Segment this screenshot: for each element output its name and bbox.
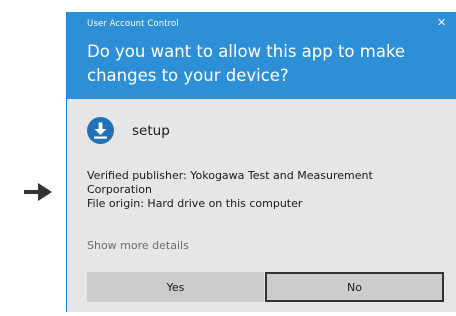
show-more-details-link[interactable]: Show more details [87,239,189,252]
download-icon [87,117,114,144]
close-icon[interactable]: ✕ [437,17,446,29]
uac-dialog: User Account Control ✕ Do you want to al… [66,12,456,312]
dialog-header: User Account Control ✕ Do you want to al… [67,12,456,99]
file-origin: File origin: Hard drive on this computer [87,197,303,210]
app-name: setup [132,123,170,139]
right-arrow-icon [24,183,52,201]
publisher-line-continued: Corporation [87,183,152,196]
publisher-line: Verified publisher: Yokogawa Test and Me… [87,169,373,182]
window-title: User Account Control [87,19,179,29]
publisher-details: Verified publisher: Yokogawa Test and Me… [87,169,437,211]
prompt-question: Do you want to allow this app to make ch… [87,42,406,85]
no-button[interactable]: No [265,272,444,302]
yes-button[interactable]: Yes [87,272,264,302]
